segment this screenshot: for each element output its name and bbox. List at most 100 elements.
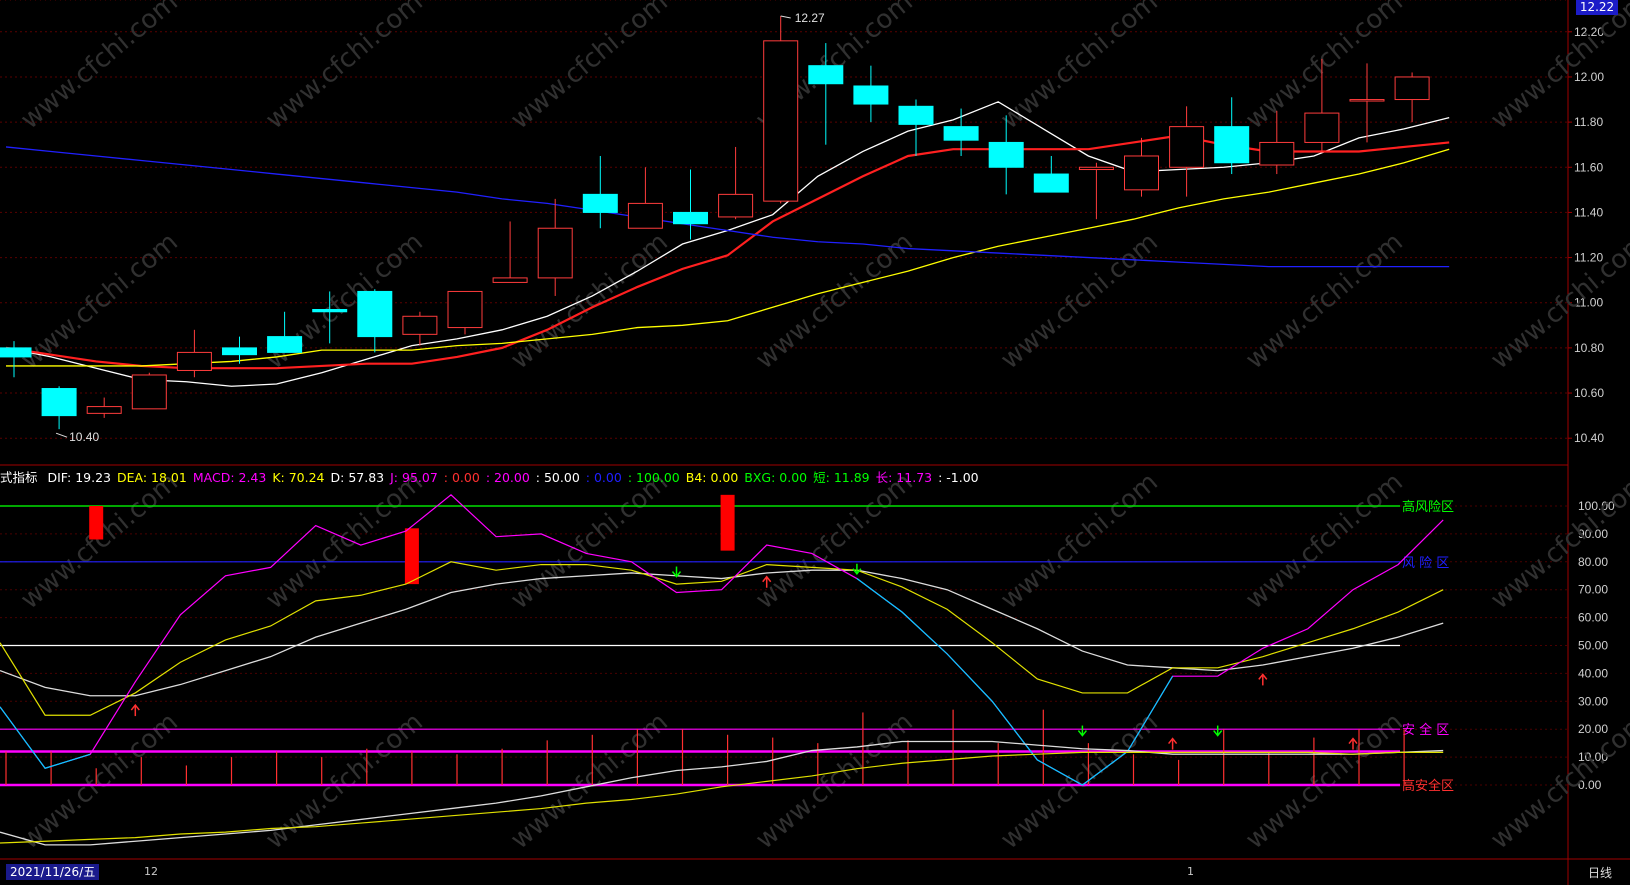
candle-up: [1259, 141, 1295, 166]
watermark-text: www.cfchi.com: [15, 0, 184, 135]
indicator-value-6: : 0.00: [443, 470, 480, 485]
watermark-text: www.cfchi.com: [1485, 227, 1630, 375]
indicator-value-11: B4: 0.00: [685, 470, 739, 485]
candle-down: [41, 388, 77, 417]
indicator-tick-label: 50.00: [1578, 639, 1608, 653]
watermark-text: www.cfchi.com: [1240, 467, 1409, 615]
sell-arrow-icon: [1213, 725, 1223, 737]
candle-up: [402, 315, 438, 335]
price-tick-label: 11.60: [1574, 160, 1603, 174]
sell-arrow-icon: [1077, 725, 1087, 737]
watermark-text: www.cfchi.com: [505, 0, 674, 135]
candle-up: [447, 290, 483, 329]
candle-up: [131, 374, 167, 410]
price-tick-label: 11.80: [1574, 115, 1603, 129]
watermark-text: www.cfchi.com: [750, 467, 919, 615]
candle-down: [1033, 173, 1069, 193]
k-line: [0, 561, 1444, 716]
candle-up: [86, 406, 122, 414]
indicator-value-10: : 100.00: [627, 470, 680, 485]
indicator-tick-label: 40.00: [1578, 666, 1608, 680]
candle-up: [1349, 99, 1385, 102]
watermark-text: www.cfchi.com: [260, 0, 429, 135]
candle-up: [537, 227, 573, 279]
indicator-name[interactable]: 式指标: [0, 470, 38, 485]
high-risk-label: 高风险区: [1402, 499, 1454, 515]
price-tick-label: 10.80: [1574, 341, 1604, 355]
indicator-tick-label: 70.00: [1578, 583, 1608, 597]
signal-bar: [404, 528, 419, 585]
signal-bar: [720, 494, 735, 551]
indicator-value-0: DIF: 19.23: [47, 470, 112, 485]
indicator-value-5: J: 95.07: [390, 470, 438, 485]
price-tick-label: 10.60: [1574, 386, 1604, 400]
indicator-value-7: : 20.00: [485, 470, 530, 485]
candle-down: [312, 309, 348, 313]
candle-up: [763, 40, 799, 202]
indicator-value-15: : -1.00: [938, 470, 979, 485]
price-tick-label: 11.40: [1574, 205, 1603, 219]
candle-down: [582, 193, 618, 213]
time-tick-december: 12: [144, 865, 158, 878]
sell-arrow-icon: [852, 563, 862, 575]
watermark-text: www.cfchi.com: [505, 467, 674, 615]
candle-down: [898, 105, 934, 125]
low-price-label: 10.40: [69, 430, 99, 444]
candle-down: [988, 141, 1024, 168]
watermark-text: www.cfchi.com: [995, 467, 1164, 615]
j-line-drop: [0, 706, 91, 769]
super-safe-label: 高安全区: [1402, 778, 1454, 794]
watermark-text: www.cfchi.com: [15, 467, 184, 615]
indicator-value-2: MACD: 2.43: [192, 470, 267, 485]
indicator-value-3: K: 70.24: [272, 470, 325, 485]
candle-down: [1214, 126, 1250, 164]
candle-down: [673, 211, 708, 225]
watermark-text: www.cfchi.com: [1485, 0, 1630, 135]
safe-label: 安 全 区: [1402, 722, 1449, 738]
candle-down: [267, 336, 303, 353]
candle-up: [492, 277, 528, 283]
dea-line: [0, 751, 1444, 844]
watermark-text: www.cfchi.com: [260, 227, 429, 375]
indicator-value-4: D: 57.83: [330, 470, 385, 485]
candle-up: [1078, 166, 1114, 171]
candle-up: [1124, 155, 1159, 191]
watermark-text: www.cfchi.com: [1240, 227, 1409, 375]
low-marker-line: [55, 432, 68, 438]
stock-chart[interactable]: 12.2012.0011.8011.6011.4011.2011.0010.80…: [0, 0, 1630, 885]
candle-up: [718, 193, 754, 218]
price-tick-label: 10.40: [1574, 431, 1604, 445]
indicator-value-14: 长: 11.73: [875, 470, 933, 485]
high-marker-line: [780, 15, 791, 19]
period-selector[interactable]: 日线: [1588, 864, 1612, 881]
candle-up: [627, 202, 663, 229]
indicator-value-13: 短: 11.89: [813, 470, 870, 485]
candle-down: [853, 85, 889, 105]
watermark-text: www.cfchi.com: [505, 227, 674, 375]
indicator-tick-label: 30.00: [1578, 694, 1608, 708]
indicator-tick-label: 80.00: [1578, 555, 1608, 569]
buy-arrow-icon: [1258, 673, 1268, 686]
cursor-date-label: 2021/11/26/五: [6, 864, 100, 880]
watermark-text: www.cfchi.com: [750, 227, 919, 375]
indicator-value-12: BXG: 0.00: [744, 470, 808, 485]
moving-average-ma_mid: [5, 134, 1450, 370]
candle-down: [222, 347, 257, 356]
time-tick-january: 1: [1187, 865, 1194, 878]
indicator-header: 式指标 DIF: 19.23 DEA: 18.01 MACD: 2.43 K: 70.…: [0, 467, 991, 485]
candle-down: [0, 347, 32, 358]
indicator-tick-label: 60.00: [1578, 611, 1608, 625]
watermark-text: www.cfchi.com: [1485, 467, 1630, 615]
candle-down: [357, 290, 393, 338]
candle-down: [808, 65, 844, 85]
candle-up: [1394, 76, 1430, 101]
candle-down: [943, 126, 979, 141]
indicator-value-9: : 0.00: [585, 470, 622, 485]
signal-bar: [89, 506, 104, 540]
high-price-label: 12.27: [795, 11, 825, 25]
candle-up: [176, 351, 212, 371]
moving-average-ma_long: [6, 148, 1450, 367]
indicator-value-1: DEA: 18.01: [117, 470, 187, 485]
watermark-text: www.cfchi.com: [995, 227, 1164, 375]
indicator-value-8: : 50.00: [535, 470, 580, 485]
